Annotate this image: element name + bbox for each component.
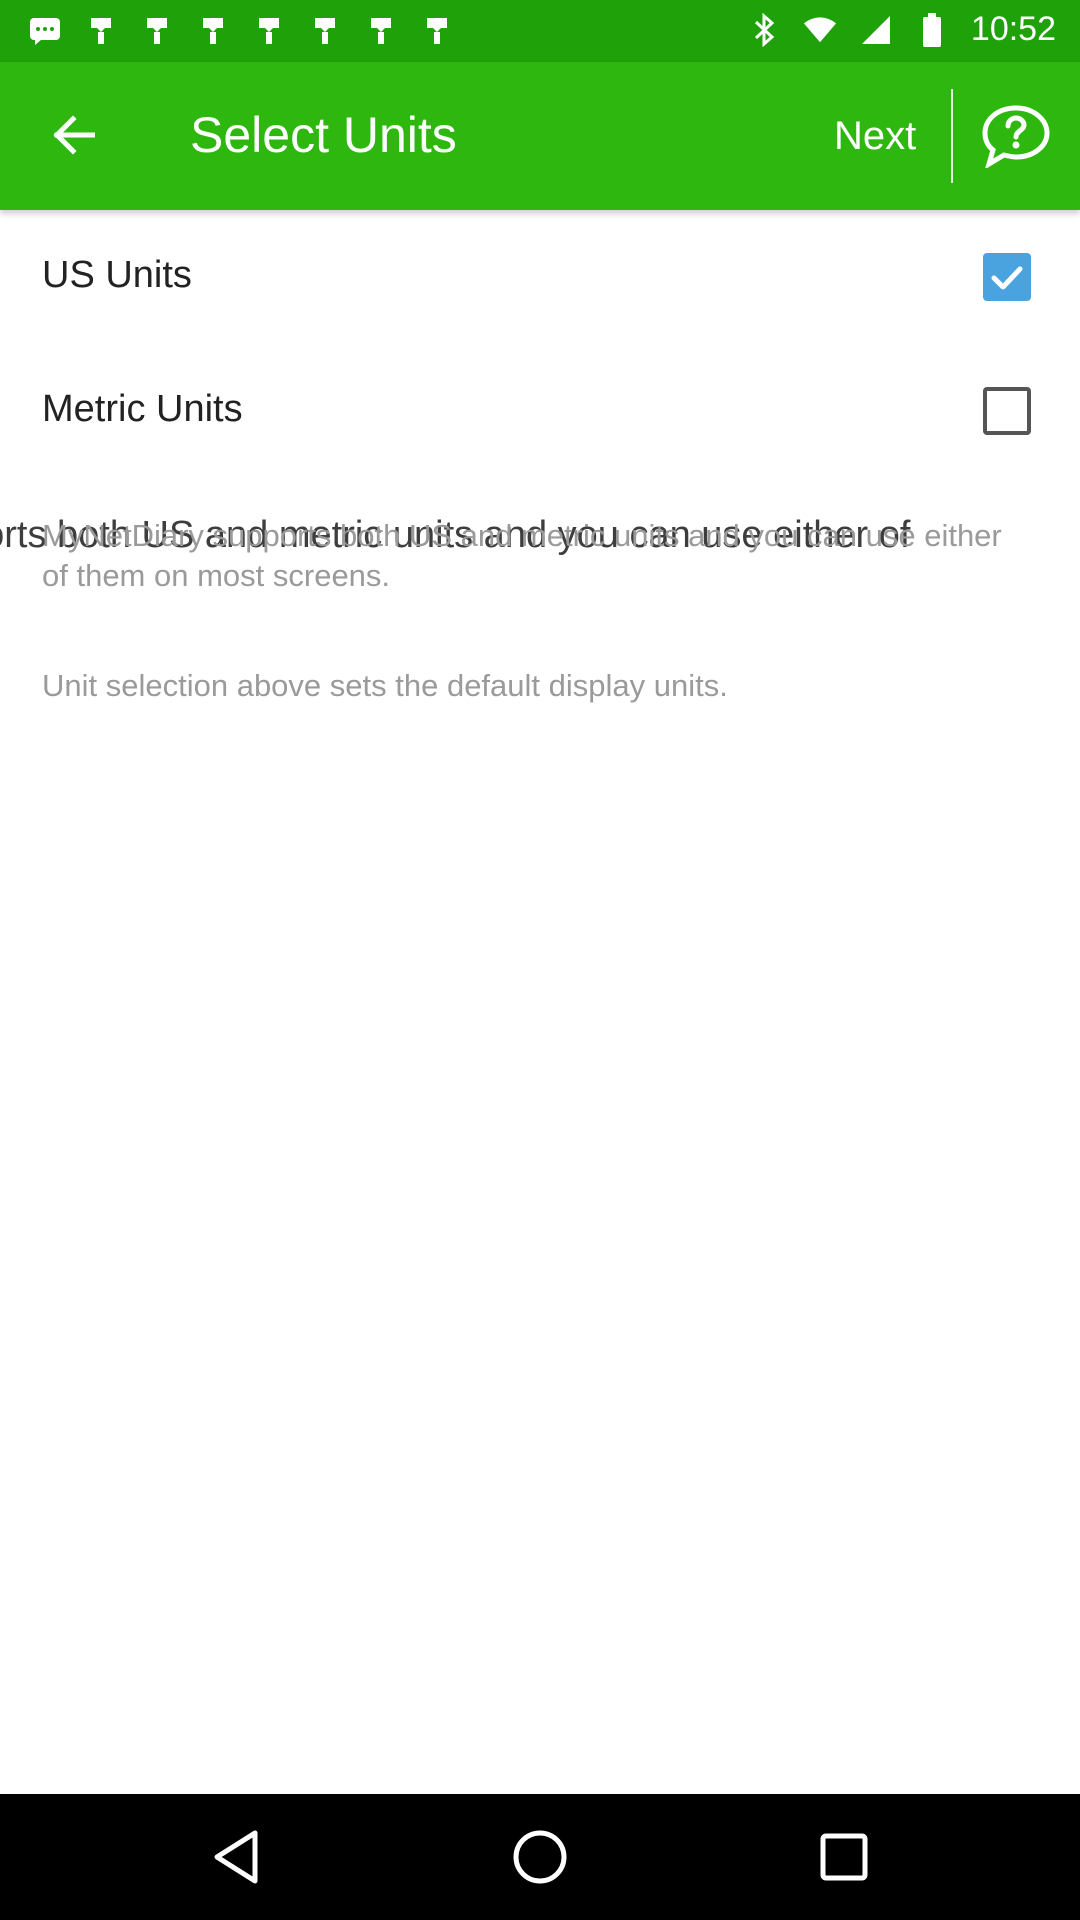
notification-icon-7	[420, 14, 454, 48]
nav-back-button[interactable]	[206, 1827, 266, 1887]
battery-icon	[915, 12, 949, 47]
home-circle-icon	[513, 1830, 567, 1884]
option-metric-units[interactable]: Metric Units	[0, 344, 1080, 478]
toolbar-divider	[951, 89, 953, 183]
recents-square-icon	[820, 1833, 868, 1881]
option-label: Metric Units	[42, 388, 243, 430]
status-left-icons	[28, 14, 454, 48]
next-button[interactable]: Next	[834, 114, 916, 159]
check-icon	[991, 266, 1023, 290]
back-triangle-icon	[214, 1830, 258, 1884]
nav-recents-button[interactable]	[814, 1827, 874, 1887]
help-chat-icon	[982, 105, 1050, 168]
system-nav-bar	[0, 1794, 1080, 1920]
notification-icon	[84, 14, 118, 48]
bluetooth-icon	[747, 12, 781, 47]
help-button[interactable]	[976, 100, 1056, 172]
metric-units-checkbox[interactable]	[983, 387, 1031, 435]
us-units-checkbox[interactable]	[983, 253, 1031, 301]
notification-icon-5	[308, 14, 342, 48]
notification-icon-4	[252, 14, 286, 48]
messaging-icon	[28, 14, 62, 48]
nav-home-button[interactable]	[510, 1827, 570, 1887]
status-bar: 10:52	[0, 0, 1080, 62]
arrow-back-icon	[53, 115, 95, 155]
notification-icon-6	[364, 14, 398, 48]
option-label: US Units	[42, 254, 192, 296]
option-us-units[interactable]: US Units	[0, 210, 1080, 344]
status-clock: 10:52	[970, 10, 1056, 48]
notification-icon-2	[140, 14, 174, 48]
app-bar: Select Units Next	[0, 62, 1080, 210]
notification-icon-3	[196, 14, 230, 48]
info-paragraph: MyNetDiary supports both US and metric u…	[42, 518, 1002, 593]
wifi-icon	[803, 13, 837, 47]
signal-icon	[859, 13, 893, 47]
back-button[interactable]	[40, 102, 106, 168]
page-title: Select Units	[190, 107, 457, 163]
info-paragraph-default-units: Unit selection above sets the default di…	[42, 668, 728, 703]
status-right: 10:52	[747, 10, 1056, 49]
